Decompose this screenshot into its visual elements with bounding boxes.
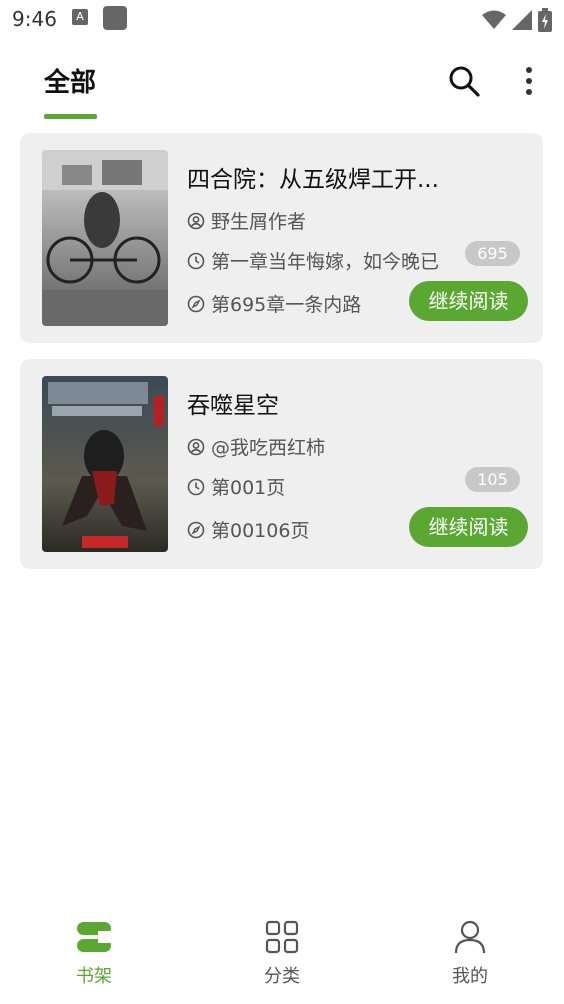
notification-a-icon: A <box>72 9 88 25</box>
book-progress: 第00106页 <box>211 520 310 542</box>
status-icons <box>482 8 552 32</box>
notification-app-icon <box>103 6 127 30</box>
book-progress-row: 第695章一条内路 <box>187 290 361 317</box>
book-cover[interactable] <box>42 150 168 326</box>
grid-icon <box>265 920 299 954</box>
status-bar: 9:46 A <box>0 0 564 38</box>
book-latest-chapter: 第一章当年悔嫁，如今晚已 <box>211 251 440 273</box>
compass-icon <box>187 295 205 312</box>
book-progress: 第695章一条内路 <box>211 294 362 316</box>
book-title: 吞噬星空 <box>187 393 279 419</box>
nav-label-mine: 我的 <box>452 966 488 987</box>
status-time: 9:46 <box>12 7 57 31</box>
clock-icon <box>187 478 205 495</box>
book-card[interactable]: 四合院：从五级焊工开... 野生屑作者 第一章当年悔嫁，如今晚已 695 第69… <box>20 133 543 343</box>
continue-reading-button[interactable]: 继续阅读 <box>409 281 528 321</box>
book-progress-row: 第00106页 <box>187 516 309 543</box>
nav-label-category: 分类 <box>264 966 300 987</box>
book-author-row: 野生屑作者 <box>187 207 306 234</box>
unread-count-badge: 105 <box>465 467 520 492</box>
unread-count-badge: 695 <box>465 241 520 266</box>
wifi-icon <box>482 10 506 29</box>
author-icon <box>187 438 205 455</box>
search-icon <box>449 66 480 97</box>
bottom-navigation: 书架 分类 我的 <box>0 920 564 1004</box>
book-latest-row: 第一章当年悔嫁，如今晚已 <box>187 247 439 274</box>
nav-item-category[interactable]: 分类 <box>222 920 342 988</box>
book-author: 野生屑作者 <box>211 211 307 233</box>
person-icon <box>454 920 486 954</box>
search-button[interactable] <box>447 64 481 98</box>
book-cover[interactable] <box>42 376 168 552</box>
book-latest-chapter: 第001页 <box>211 477 286 499</box>
clock-icon <box>187 252 205 269</box>
book-title: 四合院：从五级焊工开... <box>187 167 439 193</box>
book-author: @我吃西红柿 <box>211 437 326 459</box>
book-card[interactable]: 吞噬星空 @我吃西红柿 第001页 105 第00106页 继续阅读 <box>20 359 543 569</box>
bookshelf-icon <box>77 922 112 952</box>
more-vertical-icon <box>526 67 532 95</box>
tab-indicator <box>44 114 97 119</box>
book-latest-row: 第001页 <box>187 473 285 500</box>
nav-item-mine[interactable]: 我的 <box>410 920 530 988</box>
book-author-row: @我吃西红柿 <box>187 433 325 460</box>
battery-icon <box>538 8 552 32</box>
nav-item-bookshelf[interactable]: 书架 <box>34 920 154 988</box>
continue-reading-button[interactable]: 继续阅读 <box>409 507 528 547</box>
author-icon <box>187 212 205 229</box>
signal-icon <box>512 10 532 30</box>
more-options-button[interactable] <box>520 66 538 96</box>
compass-icon <box>187 521 205 538</box>
nav-label-bookshelf: 书架 <box>76 966 112 987</box>
tab-all[interactable]: 全部 <box>44 62 96 99</box>
